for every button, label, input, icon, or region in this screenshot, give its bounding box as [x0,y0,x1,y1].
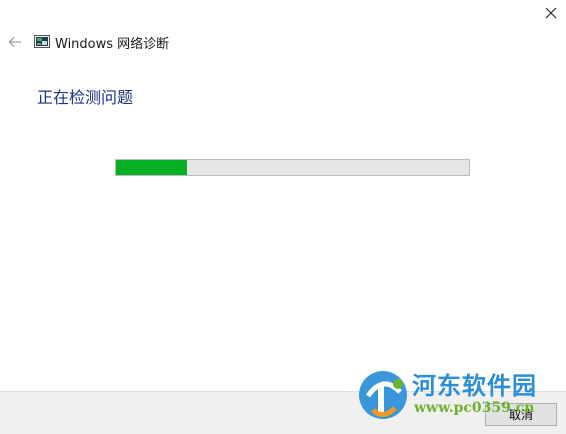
title-bar: Windows 网络诊断 [6,32,169,52]
close-button[interactable] [536,0,566,26]
back-button[interactable] [6,33,24,51]
cancel-button[interactable]: 取消 [485,403,557,426]
progress-bar-fill [116,160,187,175]
app-title: Windows 网络诊断 [55,36,170,52]
diagnostics-window: Windows 网络诊断 正在检测问题 取消 河东软件园 www.pc0359.… [0,0,566,434]
network-diagnostics-icon [34,35,50,48]
page-heading: 正在检测问题 [37,88,134,107]
close-icon [545,7,557,19]
progress-bar [115,159,470,176]
back-arrow-icon [8,37,21,47]
footer-bar: 取消 [0,391,566,434]
